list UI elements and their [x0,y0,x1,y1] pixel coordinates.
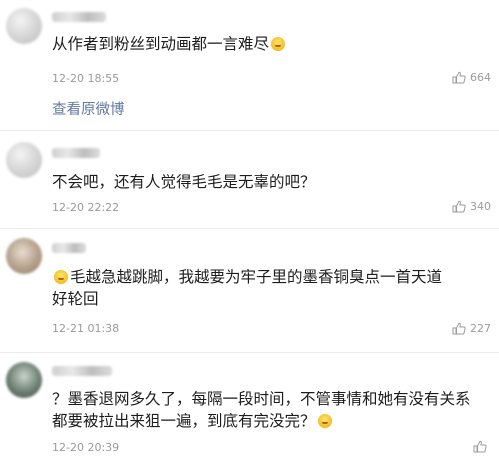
emoji-icon [54,270,68,284]
like-button[interactable]: 664 [452,71,491,84]
avatar[interactable] [6,362,42,398]
thumbs-up-icon [473,440,487,453]
like-count: 227 [470,322,491,335]
like-button[interactable]: 340 [452,200,491,213]
comment-text: 毛越急越跳脚，我越要为牢子里的墨香铜臭点一首天道好轮回 [52,266,452,310]
emoji-icon [317,414,332,428]
comment-text: 不会吧，还有人觉得毛毛是无辜的吧？ [52,171,492,193]
thumbs-up-icon [452,71,466,84]
comment-text-content: 不会吧，还有人觉得毛毛是无辜的吧？ [52,173,316,191]
comment-text-content: ？墨香退网多久了，每隔一段时间，不管事情和她有没有关系都要被拉出来狙一遍，到底有… [52,390,471,430]
comment-text-content: 毛越急越跳脚，我越要为牢子里的墨香铜臭点一首天道好轮回 [52,268,443,308]
avatar[interactable] [6,8,42,44]
username-blurred[interactable] [52,366,112,376]
divider [0,228,499,229]
comment-time: 12-20 18:55 [52,72,120,85]
like-button[interactable] [473,440,491,453]
thumbs-up-icon [452,322,466,335]
like-button[interactable]: 227 [452,322,491,335]
comment-time: 12-21 01:38 [52,322,120,335]
avatar[interactable] [6,238,42,274]
comment-time: 12-20 22:22 [52,201,120,214]
username-blurred[interactable] [52,148,100,158]
comment-text: ？墨香退网多久了，每隔一段时间，不管事情和她有没有关系都要被拉出来狙一遍，到底有… [52,388,472,432]
divider [0,130,499,131]
comment-text-content: 从作者到粉丝到动画都一言难尽 [52,35,270,53]
comment-text: 从作者到粉丝到动画都一言难尽 [52,33,492,55]
like-count: 340 [470,200,491,213]
username-blurred[interactable] [52,243,86,253]
divider [0,352,499,353]
thumbs-up-icon [452,200,466,213]
avatar[interactable] [6,142,42,178]
comment-time: 12-20 20:39 [52,441,120,454]
emoji-icon [271,37,286,51]
username-blurred[interactable] [52,12,106,22]
view-original-weibo-link[interactable]: 查看原微博 [52,98,125,119]
like-count: 664 [470,71,491,84]
